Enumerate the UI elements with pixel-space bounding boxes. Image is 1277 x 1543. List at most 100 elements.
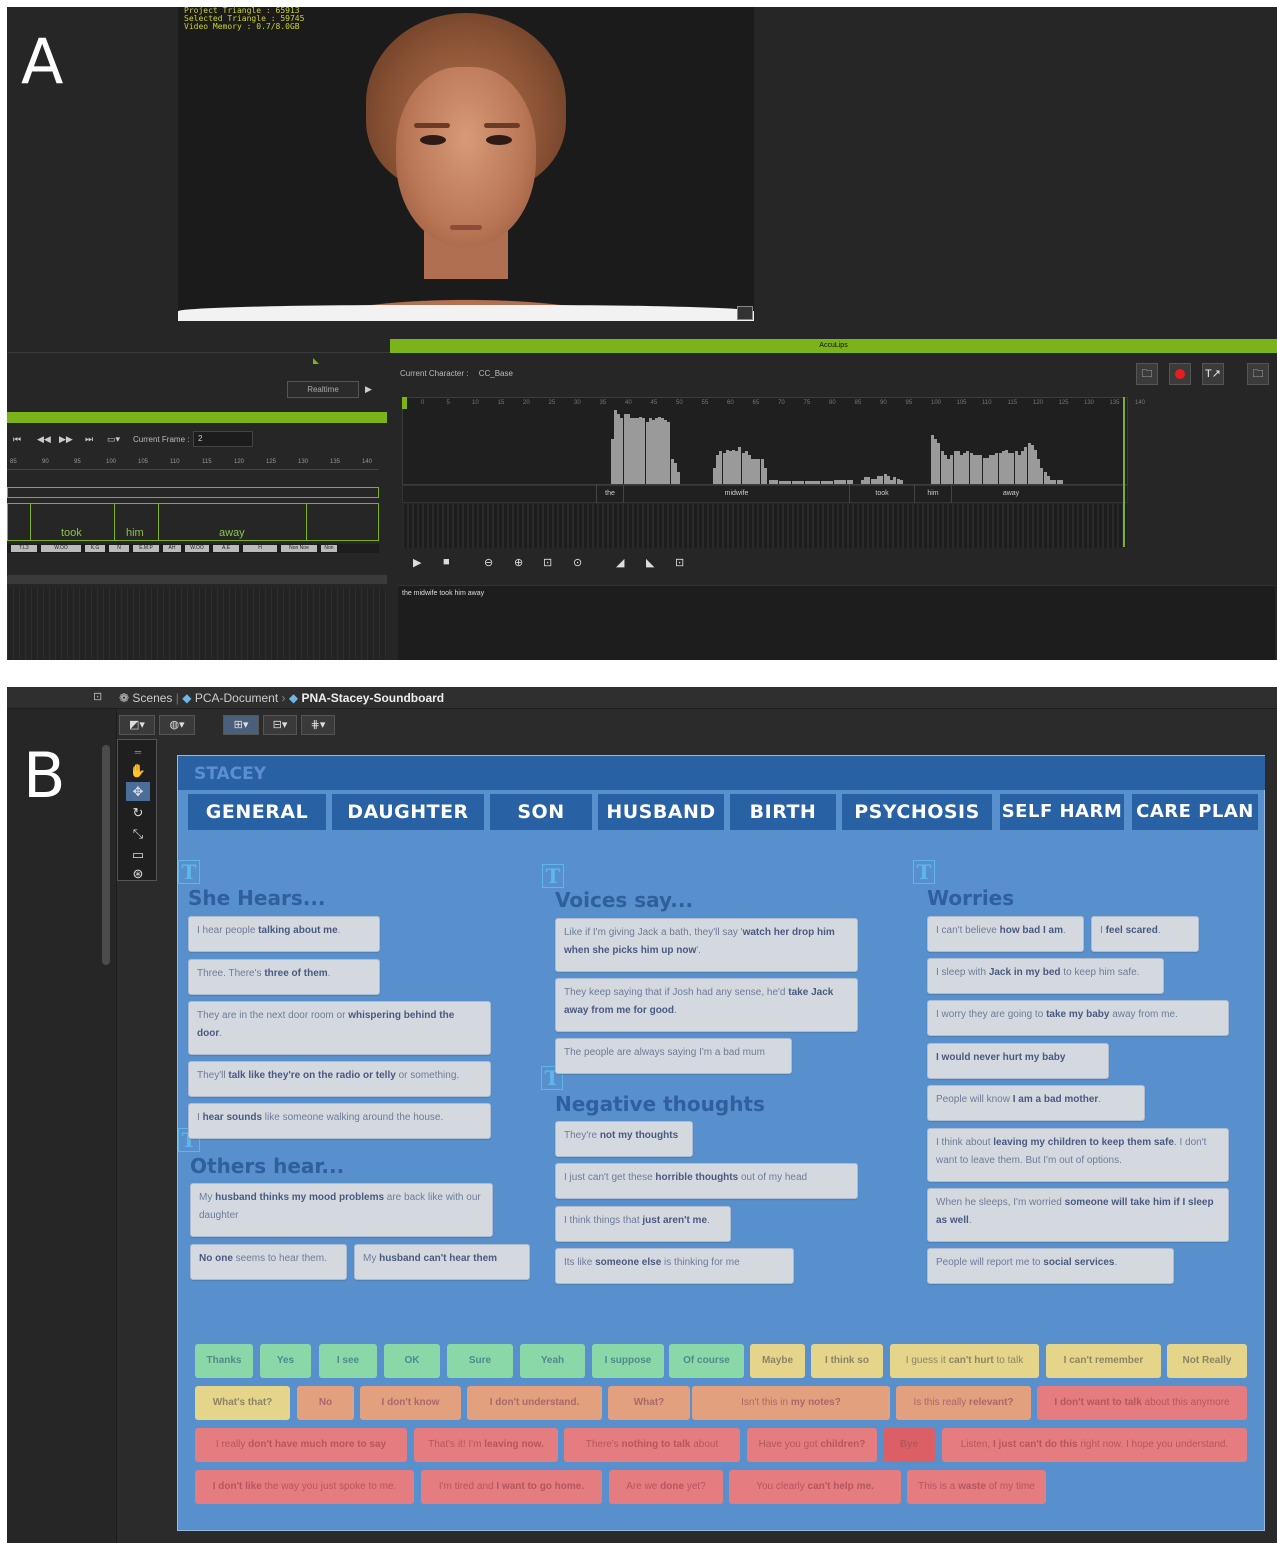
fit-all-icon[interactable]: ⊙ <box>573 556 582 569</box>
grid-snap-dropdown[interactable]: ⊞▾ <box>223 715 259 735</box>
response-button[interactable]: I think so <box>811 1344 883 1378</box>
viewport-menu-icon[interactable] <box>737 306 753 320</box>
tab-husband[interactable]: HUSBAND <box>598 794 724 830</box>
hierarchy-scrollbar[interactable] <box>102 745 110 965</box>
rect-tool-icon[interactable]: ▭ <box>126 845 150 864</box>
response-button[interactable]: I see <box>319 1344 377 1378</box>
playhead-marker-icon[interactable] <box>313 358 319 364</box>
phrase-button[interactable]: I would never hurt my baby <box>927 1043 1109 1079</box>
script-text-area[interactable] <box>398 585 1275 660</box>
waveform-start-marker[interactable] <box>402 397 407 409</box>
draw-mode-dropdown[interactable]: ◩▾ <box>119 715 155 735</box>
response-button[interactable]: I can't remember <box>1046 1344 1161 1378</box>
response-button[interactable]: I don't know <box>360 1386 461 1420</box>
phrase-button[interactable]: People will report me to social services… <box>927 1248 1174 1284</box>
last-frame-icon[interactable]: ⏭ <box>85 434 93 445</box>
phrase-button[interactable]: My husband can't hear them <box>354 1244 530 1280</box>
response-button[interactable]: Yes <box>260 1344 311 1378</box>
response-button[interactable]: OK <box>384 1344 440 1378</box>
phrase-button[interactable]: I hear people talking about me. <box>188 916 380 952</box>
response-button[interactable]: Yeah <box>520 1344 585 1378</box>
response-button[interactable]: Sure <box>447 1344 513 1378</box>
response-button[interactable]: I don't understand. <box>467 1386 602 1420</box>
tab-self-harm[interactable]: SELF HARM <box>1000 794 1124 830</box>
phrase-button[interactable]: I hear sounds like someone walking aroun… <box>188 1103 491 1139</box>
settings-icon[interactable]: ⊡ <box>675 556 684 569</box>
increment-snap-dropdown[interactable]: ⊟▾ <box>263 715 297 735</box>
tab-daughter[interactable]: DAUGHTER <box>332 794 484 830</box>
phrase-button[interactable]: People will know I am a bad mother. <box>927 1085 1145 1121</box>
phrase-button[interactable]: I just can't get these horrible thoughts… <box>555 1163 858 1199</box>
phrase-button[interactable]: They'll talk like they're on the radio o… <box>188 1061 491 1097</box>
forward-icon[interactable]: ▶▶ <box>59 434 73 445</box>
global-dropdown[interactable]: ◍▾ <box>159 715 195 735</box>
play-icon[interactable]: ▶ <box>413 556 421 569</box>
response-button[interactable]: What? <box>608 1386 690 1420</box>
response-button[interactable]: What's that? <box>195 1386 290 1420</box>
lock-view-icon[interactable]: ⊡ <box>93 690 102 703</box>
phrase-button[interactable]: They are in the next door room or whispe… <box>188 1001 491 1055</box>
response-button[interactable]: Bye <box>883 1428 935 1462</box>
align-dropdown[interactable]: ⋕▾ <box>301 715 335 735</box>
phrase-button[interactable]: I sleep with Jack in my bed to keep him … <box>927 958 1164 994</box>
realtime-dropdown[interactable]: Realtime <box>287 381 359 398</box>
phrase-button[interactable]: I think things that just aren't me. <box>555 1206 731 1242</box>
response-button[interactable]: Not Really <box>1167 1344 1247 1378</box>
align-right-icon[interactable]: ◣ <box>646 556 654 569</box>
phrase-button[interactable]: No one seems to hear them. <box>190 1244 347 1280</box>
tab-son[interactable]: SON <box>490 794 592 830</box>
hand-tool-icon[interactable]: ✋ <box>126 761 150 780</box>
phrase-button[interactable]: They're not my thoughts <box>555 1121 693 1157</box>
response-button[interactable]: You clearly can't help me. <box>729 1470 901 1504</box>
phrase-button[interactable]: Three. There's three of them. <box>188 959 380 995</box>
response-button[interactable]: Have you got children? <box>747 1428 877 1462</box>
rewind-icon[interactable]: ◀◀ <box>37 434 51 445</box>
phrase-button[interactable]: I think about leaving my children to kee… <box>927 1128 1229 1182</box>
phrase-button[interactable]: Its like someone else is thinking for me <box>555 1248 794 1284</box>
response-button[interactable]: I don't like the way you just spoke to m… <box>195 1470 414 1504</box>
phrase-button[interactable]: I feel scared. <box>1091 916 1199 952</box>
tab-birth[interactable]: BIRTH <box>730 794 836 830</box>
response-button[interactable]: I really don't have much more to say <box>195 1428 407 1462</box>
first-frame-icon[interactable]: ⏮ <box>13 434 21 445</box>
scale-tool-icon[interactable]: ⤡ <box>126 824 150 843</box>
align-left-icon[interactable]: ◢ <box>616 556 624 569</box>
open-folder-icon[interactable]: 🗀 <box>1136 363 1158 385</box>
move-tool-icon[interactable]: ✥ <box>126 782 150 801</box>
breadcrumb-document[interactable]: PCA-Document <box>195 691 278 705</box>
phrase-button[interactable]: They keep saying that if Josh had any se… <box>555 978 858 1032</box>
record-icon[interactable] <box>1169 363 1191 385</box>
breadcrumb-soundboard[interactable]: PNA-Stacey-Soundboard <box>301 691 444 705</box>
zoom-in-icon[interactable]: ⊕ <box>514 556 523 569</box>
response-button[interactable]: I suppose <box>592 1344 664 1378</box>
response-button[interactable]: Are we done yet? <box>609 1470 723 1504</box>
rotate-tool-icon[interactable]: ↻ <box>126 803 150 822</box>
current-frame-input[interactable]: 2 <box>193 431 253 447</box>
response-button[interactable]: That's it! I'm leaving now. <box>414 1428 558 1462</box>
response-button[interactable]: Thanks <box>195 1344 253 1378</box>
phrase-button[interactable]: My husband thinks my mood problems are b… <box>190 1183 493 1237</box>
response-button[interactable]: I guess it can't hurt to talk <box>890 1344 1039 1378</box>
phrase-button[interactable]: I worry they are going to take my baby a… <box>927 1000 1229 1036</box>
zoom-out-icon[interactable]: ⊖ <box>484 556 493 569</box>
phrase-button[interactable]: The people are always saying I'm a bad m… <box>555 1038 792 1074</box>
palette-grip-icon[interactable]: ═ <box>126 743 150 762</box>
clip-track[interactable] <box>7 487 379 498</box>
stop-icon[interactable]: ■ <box>443 556 450 568</box>
phrase-button[interactable]: I can't believe how bad I am. <box>927 916 1084 952</box>
timeline-scrollbar[interactable] <box>7 575 387 584</box>
response-button[interactable]: Is this really relevant? <box>896 1386 1031 1420</box>
response-button[interactable]: Isn't this in my notes? <box>692 1386 890 1420</box>
transform-tool-icon[interactable]: ⊛ <box>126 864 150 883</box>
loop-icon[interactable]: ▭▾ <box>107 434 120 445</box>
response-button[interactable]: No <box>297 1386 354 1420</box>
phrase-button[interactable]: When he sleeps, I'm worried someone will… <box>927 1188 1229 1242</box>
response-button[interactable]: I don't want to talk about this anymore <box>1037 1386 1247 1420</box>
tab-general[interactable]: GENERAL <box>188 794 326 830</box>
response-button[interactable]: This is a waste of my time <box>907 1470 1046 1504</box>
response-button[interactable]: Maybe <box>750 1344 805 1378</box>
tab-psychosis[interactable]: PSYCHOSIS <box>842 794 992 830</box>
fit-selection-icon[interactable]: ⊡ <box>543 556 552 569</box>
3d-viewport[interactable]: Project Triangle : 65913 Selected Triang… <box>178 7 754 321</box>
response-button[interactable]: Listen, I just can't do this right now. … <box>942 1428 1247 1462</box>
